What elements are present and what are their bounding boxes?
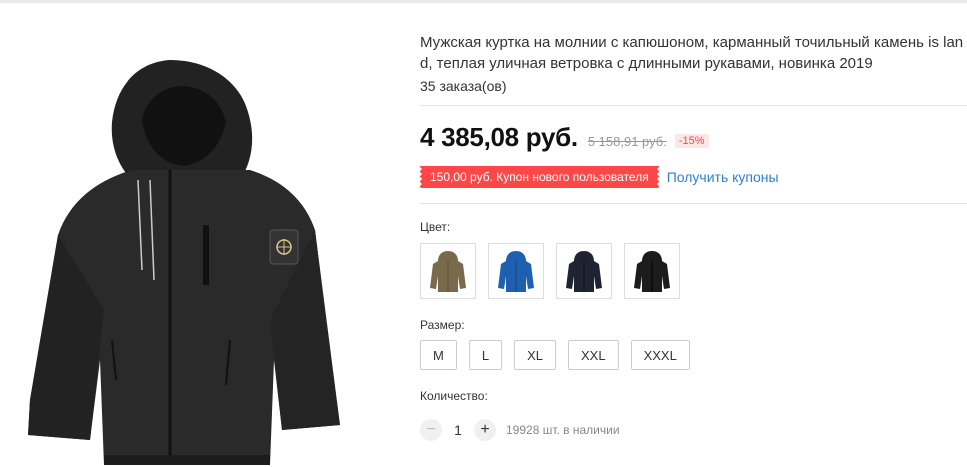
product-info: Мужская куртка на молнии с капюшоном, ка… [420, 0, 967, 467]
divider [420, 203, 967, 204]
size-option-l[interactable]: L [468, 340, 503, 370]
size-options: M L XL XXL XXXL [420, 340, 690, 370]
new-user-coupon: 150,00 руб. Купон нового пользователя [420, 166, 659, 188]
jacket-photo-icon [28, 60, 340, 465]
price-row: 4 385,08 руб. 5 158,91 руб. -15% [420, 122, 709, 156]
orders-count: 35 заказа(ов) [420, 78, 507, 94]
product-title: Мужская куртка на молнии с капюшоном, ка… [420, 34, 964, 72]
coupon-row: 150,00 руб. Купон нового пользователя По… [420, 166, 779, 188]
plus-icon[interactable]: + [474, 419, 496, 441]
quantity-stepper: − 1 + 19928 шт. в наличии [420, 418, 620, 442]
jacket-blue-thumb-icon [498, 251, 534, 292]
product-image[interactable] [20, 30, 350, 467]
color-label: Цвет: [420, 220, 451, 234]
color-option-navy[interactable] [556, 243, 612, 299]
old-price: 5 158,91 руб. [587, 134, 667, 149]
divider [420, 105, 967, 106]
size-option-xxxl[interactable]: XXXL [630, 340, 690, 370]
minus-icon[interactable]: − [420, 419, 442, 441]
quantity-value[interactable]: 1 [442, 422, 474, 438]
size-option-xxl[interactable]: XXL [567, 340, 619, 370]
jacket-khaki-thumb-icon [430, 251, 466, 292]
color-option-black[interactable] [624, 243, 680, 299]
discount-badge: -15% [674, 134, 709, 148]
size-option-xl[interactable]: XL [514, 340, 556, 370]
size-label: Размер: [420, 318, 465, 332]
stock-count: 19928 шт. в наличии [506, 423, 620, 437]
color-option-khaki[interactable] [420, 243, 476, 299]
size-option-m[interactable]: M [420, 340, 457, 370]
get-coupons-link[interactable]: Получить купоны [667, 169, 779, 185]
jacket-black-thumb-icon [634, 251, 670, 292]
current-price: 4 385,08 руб. [420, 122, 578, 152]
quantity-label: Количество: [420, 389, 488, 403]
jacket-navy-thumb-icon [566, 251, 602, 292]
color-options [420, 243, 680, 299]
color-option-blue[interactable] [488, 243, 544, 299]
